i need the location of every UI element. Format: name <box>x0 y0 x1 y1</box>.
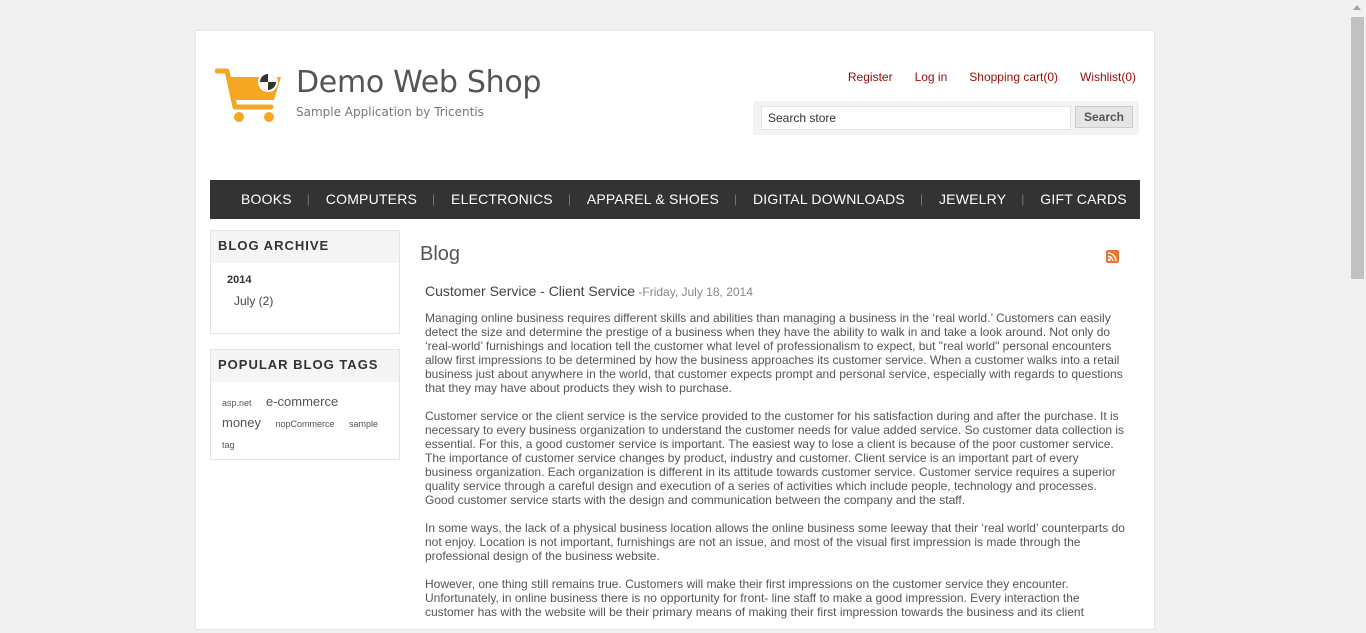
archive-month-link[interactable]: July (2) <box>234 294 273 308</box>
tag-cloud: asp.net e-commerce money nopCommerce sam… <box>222 392 394 455</box>
tag-link[interactable]: e-commerce <box>266 394 338 409</box>
page-title: Blog <box>420 243 461 265</box>
wishlist-link[interactable]: Wishlist(0) <box>1080 70 1136 84</box>
tag-link[interactable]: nopCommerce <box>275 419 334 429</box>
post-title-link[interactable]: Customer Service - Client Service <box>425 283 635 299</box>
shopping-cart-link[interactable]: Shopping cart(0) <box>969 70 1058 84</box>
post-header: Customer Service - Client Service -Frida… <box>425 283 753 299</box>
search-box: Search <box>753 101 1139 135</box>
tag-link[interactable]: asp.net <box>222 398 252 408</box>
post-body: Managing online business requires differ… <box>425 311 1125 633</box>
login-link[interactable]: Log in <box>915 70 948 84</box>
shopping-cart-logo-icon[interactable] <box>215 67 283 124</box>
popular-tags-block: POPULAR BLOG TAGS asp.net e-commerce mon… <box>210 349 400 460</box>
popular-tags-title: POPULAR BLOG TAGS <box>211 350 399 382</box>
blog-archive-title: BLOG ARCHIVE <box>211 231 399 263</box>
archive-year: 2014 <box>227 274 252 286</box>
tag-link[interactable]: money <box>222 415 261 430</box>
top-menu: BOOKS COMPUTERS ELECTRONICS APPAREL & SH… <box>210 180 1140 219</box>
nav-item-apparel-shoes[interactable]: APPAREL & SHOES <box>568 180 736 219</box>
register-link[interactable]: Register <box>848 70 893 84</box>
tag-link[interactable]: tag <box>222 440 235 450</box>
search-input[interactable] <box>761 106 1071 130</box>
site-subtitle: Sample Application by Tricentis <box>296 105 484 119</box>
page-container: Demo Web Shop Sample Application by Tric… <box>195 30 1155 630</box>
rss-icon[interactable] <box>1106 250 1119 263</box>
scrollbar-thumb[interactable] <box>1351 17 1364 279</box>
nav-item-digital-downloads[interactable]: DIGITAL DOWNLOADS <box>734 180 922 219</box>
tag-link[interactable]: sample <box>349 419 378 429</box>
nav-item-jewelry[interactable]: JEWELRY <box>920 180 1023 219</box>
scroll-up-arrow-icon[interactable] <box>1353 5 1361 10</box>
header-links: Register Log in Shopping cart(0) Wishlis… <box>848 70 1136 84</box>
nav-item-computers[interactable]: COMPUTERS <box>307 180 434 219</box>
post-paragraph: However, one thing still remains true. C… <box>425 577 1084 619</box>
post-paragraph: Customer service or the client service i… <box>425 409 1125 507</box>
site-title[interactable]: Demo Web Shop <box>296 65 541 100</box>
nav-item-books[interactable]: BOOKS <box>210 180 309 219</box>
nav-item-electronics[interactable]: ELECTRONICS <box>432 180 570 219</box>
post-paragraph: In some ways, the lack of a physical bus… <box>425 521 1125 563</box>
post-paragraph: Managing online business requires differ… <box>425 311 1123 395</box>
blog-archive-block: BLOG ARCHIVE 2014 July (2) <box>210 230 400 334</box>
nav-item-gift-cards[interactable]: GIFT CARDS <box>1021 180 1144 219</box>
search-button[interactable]: Search <box>1075 106 1133 128</box>
post-date: -Friday, July 18, 2014 <box>635 285 753 299</box>
